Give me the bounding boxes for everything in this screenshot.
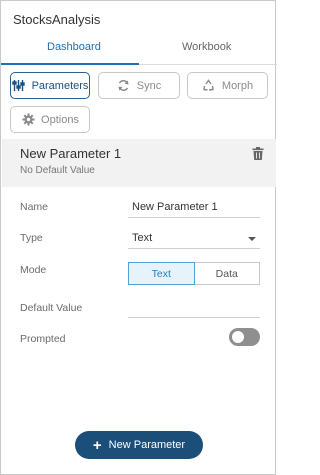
name-field[interactable]: New Parameter 1 — [128, 198, 260, 218]
parameter-name: New Parameter 1 — [20, 146, 122, 161]
sync-button-label: Sync — [136, 79, 162, 92]
toggle-knob — [232, 331, 244, 343]
morph-button-label: Morph — [221, 79, 254, 92]
parameter-default-summary: No Default Value — [20, 165, 95, 176]
tab-bar: Dashboard Workbook — [1, 37, 277, 65]
new-parameter-label: New Parameter — [108, 439, 186, 451]
app-title: StocksAnalysis — [13, 12, 101, 27]
parameters-panel: StocksAnalysis Dashboard Workbook Parame… — [0, 0, 277, 475]
mode-toggle: Text Data — [128, 262, 260, 285]
parameters-button[interactable]: Parameters — [10, 72, 90, 99]
sync-icon — [117, 79, 131, 93]
prompted-label: Prompted — [20, 333, 66, 345]
default-value-label: Default Value — [20, 302, 83, 314]
type-select-value: Text — [132, 232, 153, 244]
parameter-list-item[interactable]: New Parameter 1 No Default Value — [2, 139, 276, 187]
options-button[interactable]: Options — [10, 106, 90, 133]
name-label: Name — [20, 201, 49, 213]
sliders-icon — [12, 79, 26, 93]
prompted-toggle[interactable] — [229, 328, 260, 346]
morph-button[interactable]: Morph — [187, 72, 268, 99]
options-button-label: Options — [41, 113, 79, 126]
recycle-icon — [202, 79, 216, 93]
gear-icon — [21, 113, 35, 127]
mode-label: Mode — [20, 264, 47, 276]
default-value-field[interactable] — [128, 298, 260, 318]
type-label: Type — [20, 232, 43, 244]
active-tab-indicator — [1, 63, 139, 65]
new-parameter-button[interactable]: + New Parameter — [75, 431, 203, 459]
tab-dashboard[interactable]: Dashboard — [47, 41, 101, 53]
tab-workbook[interactable]: Workbook — [182, 41, 231, 53]
parameters-button-label: Parameters — [31, 79, 89, 92]
type-select[interactable]: Text — [128, 229, 260, 249]
mode-option-text[interactable]: Text — [128, 262, 195, 285]
sync-button[interactable]: Sync — [98, 72, 180, 99]
plus-icon: + — [92, 436, 102, 454]
trash-icon[interactable] — [252, 147, 264, 160]
mode-option-data[interactable]: Data — [195, 263, 260, 284]
